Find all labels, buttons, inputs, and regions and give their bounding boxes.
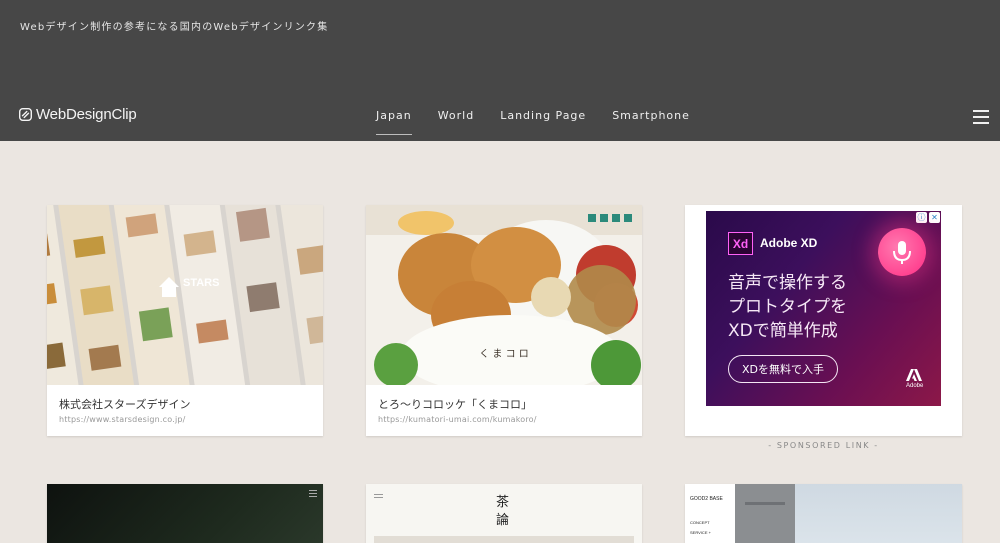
- site-logo[interactable]: WebDesignClip: [19, 106, 137, 123]
- main-nav: Japan World Landing Page Smartphone: [376, 109, 690, 135]
- microphone-icon: [878, 228, 926, 276]
- ad-cta-button[interactable]: XDを無料で入手: [728, 355, 838, 383]
- hamburger-icon: [374, 494, 383, 500]
- card-thumbnail: STARS: [47, 205, 323, 385]
- ad-product-name: Adobe XD: [760, 236, 818, 250]
- sponsored-label: - SPONSORED LINK -: [768, 441, 879, 450]
- site-card[interactable]: GOOD2 BASE CONCEPT SERVICE +: [685, 484, 962, 543]
- card-title: とろ〜りコロッケ「くまコロ」: [378, 398, 532, 411]
- logo-icon: [19, 108, 32, 121]
- card-url[interactable]: https://kumatori-umai.com/kumakoro/: [378, 415, 537, 424]
- adobe-brand-text: Adobe: [906, 383, 924, 389]
- thumb-sidebar: GOOD2 BASE CONCEPT SERVICE +: [685, 484, 735, 543]
- nav-smartphone[interactable]: Smartphone: [612, 109, 690, 132]
- ad-headline-line: プロトタイプを: [728, 297, 847, 317]
- ad-close-icon[interactable]: ✕: [929, 212, 940, 223]
- card-thumbnail: [47, 484, 323, 543]
- ad-info-buttons[interactable]: ⓘ ✕: [916, 212, 940, 223]
- card-thumbnail: [735, 484, 962, 543]
- hamburger-icon[interactable]: [973, 110, 989, 124]
- ad-info-icon[interactable]: ⓘ: [916, 212, 927, 223]
- ad-headline-line: 音声で操作する: [728, 273, 847, 293]
- ad-headline: 音声で操作する プロトタイプを XDで簡単作成: [728, 271, 847, 343]
- site-card[interactable]: [47, 484, 323, 543]
- thumb-logo-text: 茶論: [496, 495, 510, 528]
- site-card[interactable]: 茶論: [366, 484, 642, 543]
- adobe-icon: [906, 369, 922, 381]
- stars-thumbnail-image: STARS: [47, 205, 323, 385]
- thumb-nav-text: SERVICE +: [690, 530, 711, 535]
- logo-text: WebDesignClip: [36, 106, 137, 123]
- ad-headline-line: XDで簡単作成: [728, 321, 838, 341]
- site-card[interactable]: く ま コ ロ とろ〜りコロッケ「くまコロ」 https://kumatori-…: [366, 205, 642, 436]
- kumakoro-thumbnail-image: く ま コ ロ: [366, 205, 642, 385]
- nav-japan[interactable]: Japan: [376, 109, 412, 135]
- stars-thumb-logo: STARS: [183, 277, 219, 289]
- site-tagline: Webデザイン制作の参考になる国内のWebデザインリンク集: [20, 22, 329, 33]
- nav-world[interactable]: World: [438, 109, 475, 132]
- thumb-nav-text: CONCEPT: [690, 520, 710, 525]
- site-card[interactable]: STARS 株式会社スターズデザイン https://www.starsdesi…: [47, 205, 323, 436]
- hamburger-icon: [309, 490, 317, 497]
- card-title: 株式会社スターズデザイン: [59, 398, 191, 411]
- kumakoro-thumb-text: く ま コ ロ: [479, 348, 529, 360]
- nav-landing-page[interactable]: Landing Page: [500, 109, 586, 132]
- adobe-logo: Adobe: [906, 369, 924, 389]
- card-thumbnail: く ま コ ロ: [366, 205, 642, 385]
- xd-app-icon: Xd: [728, 232, 753, 255]
- card-url[interactable]: https://www.starsdesign.co.jp/: [59, 415, 186, 424]
- thumb-image: [374, 536, 634, 543]
- adobe-xd-ad[interactable]: ⓘ ✕ Xd Adobe XD 音声で操作する プロトタイプを XDで簡単作成 …: [706, 211, 941, 406]
- thumb-logo-text: GOOD2 BASE: [690, 496, 723, 502]
- site-header: Webデザイン制作の参考になる国内のWebデザインリンク集 WebDesignC…: [0, 0, 1000, 141]
